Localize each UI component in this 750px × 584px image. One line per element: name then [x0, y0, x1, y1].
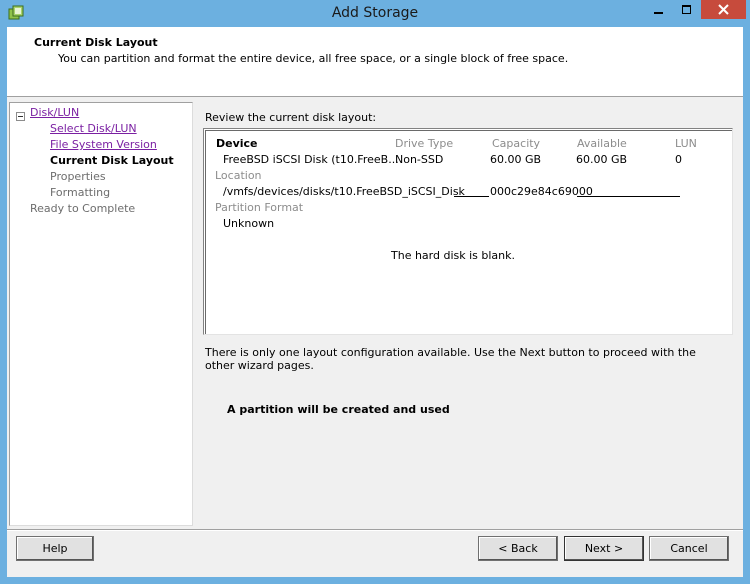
location-path-gap — [454, 196, 489, 197]
device-name: FreeBSD iSCSI Disk (t10.FreeB... — [223, 153, 399, 166]
device-available: 60.00 GB — [576, 153, 628, 166]
device-lun: 0 — [675, 153, 682, 166]
partition-format-value: Unknown — [223, 217, 275, 230]
nav-step-current-disk-layout: Current Disk Layout — [50, 154, 174, 167]
help-button[interactable]: Help — [16, 536, 94, 561]
wizard-content: Review the current disk layout: Device D… — [194, 102, 743, 526]
minimize-icon — [653, 11, 663, 14]
page-description: You can partition and format the entire … — [58, 52, 569, 65]
maximize-button[interactable] — [673, 0, 700, 19]
wizard-header: Current Disk Layout You can partition an… — [7, 27, 743, 97]
nav-step-properties: Properties — [50, 170, 106, 183]
location-label: Location — [215, 169, 262, 182]
layout-info-text: There is only one layout configuration a… — [205, 346, 696, 372]
cancel-button[interactable]: Cancel — [649, 536, 729, 561]
nav-step-ready-to-complete: Ready to Complete — [30, 202, 136, 215]
back-button[interactable]: < Back — [478, 536, 558, 561]
maximize-icon — [681, 4, 691, 14]
minimize-button[interactable] — [645, 0, 672, 19]
partition-message: A partition will be created and used — [227, 403, 450, 416]
header-device: Device — [216, 137, 258, 150]
header-drive-type: Drive Type — [395, 137, 454, 150]
close-icon — [718, 4, 729, 15]
window-title: Add Storage — [331, 5, 419, 21]
nav-step-disk-lun[interactable]: Disk/LUN — [30, 106, 79, 119]
wizard-client-area: Current Disk Layout You can partition an… — [7, 27, 743, 577]
title-bar[interactable]: Add Storage — [0, 0, 750, 27]
collapse-icon[interactable] — [16, 112, 25, 121]
close-button[interactable] — [701, 0, 746, 19]
nav-step-file-system-version[interactable]: File System Version — [50, 138, 157, 151]
next-button[interactable]: Next > — [564, 536, 644, 561]
page-title: Current Disk Layout — [34, 36, 158, 49]
disk-layout-panel: Device Drive Type Capacity Available LUN… — [203, 128, 733, 335]
device-drive-type: Non-SSD — [395, 153, 444, 166]
location-path-trail — [577, 196, 680, 197]
partition-format-label: Partition Format — [215, 201, 304, 214]
blank-disk-message: The hard disk is blank. — [391, 249, 516, 262]
header-available: Available — [577, 137, 627, 150]
nav-step-formatting: Formatting — [50, 186, 111, 199]
device-capacity: 60.00 GB — [490, 153, 542, 166]
location-path-start: /vmfs/devices/disks/t10.FreeBSD_iSCSI_Di… — [223, 185, 465, 198]
add-storage-window: Add Storage Current Disk Layout You can … — [0, 0, 750, 584]
header-lun: LUN — [675, 137, 697, 150]
wizard-step-nav: Disk/LUN Select Disk/LUN File System Ver… — [9, 102, 193, 526]
review-label: Review the current disk layout: — [205, 111, 377, 124]
header-capacity: Capacity — [492, 137, 541, 150]
footer-divider-highlight — [7, 530, 743, 531]
nav-step-select-disk-lun[interactable]: Select Disk/LUN — [50, 122, 137, 135]
